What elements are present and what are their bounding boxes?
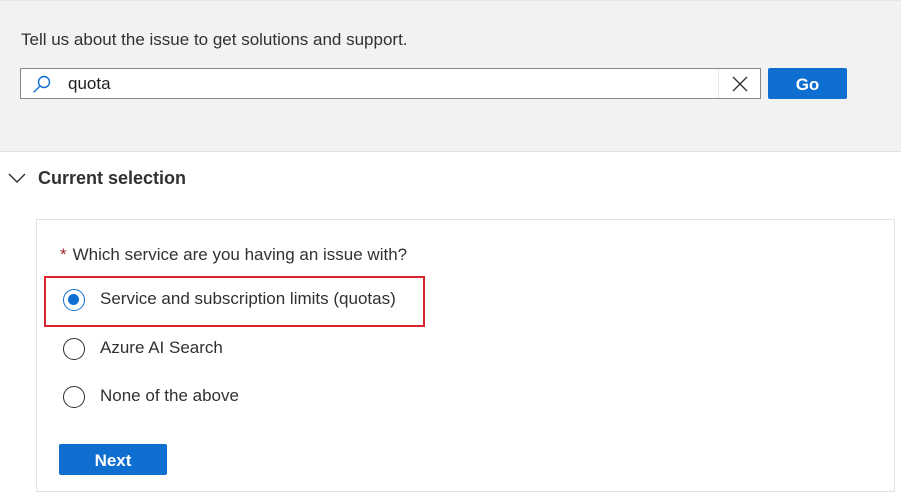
radio-label: Azure AI Search — [100, 338, 223, 357]
chevron-down-icon — [8, 171, 26, 183]
radio-button-checked[interactable] — [63, 289, 85, 311]
search-box[interactable] — [20, 68, 761, 99]
section-title: Current selection — [38, 168, 187, 188]
search-input[interactable] — [68, 69, 718, 98]
required-marker: * — [60, 245, 67, 264]
current-selection-header[interactable]: Current selection — [0, 160, 400, 196]
close-icon — [732, 76, 748, 92]
radio-option-azure-ai-search[interactable]: Azure AI Search — [63, 336, 463, 364]
radio-label: Service and subscription limits (quotas) — [100, 289, 396, 308]
radio-dot — [68, 294, 79, 305]
question-text: Which service are you having an issue wi… — [72, 245, 408, 264]
search-prompt: Tell us about the issue to get solutions… — [21, 30, 408, 49]
search-panel: Tell us about the issue to get solutions… — [0, 0, 901, 152]
search-icon — [31, 74, 53, 94]
question-label: * Which service are you having an issue w… — [60, 245, 407, 265]
radio-button[interactable] — [63, 338, 85, 360]
clear-search-button[interactable] — [718, 69, 760, 98]
support-page: Tell us about the issue to get solutions… — [0, 0, 901, 502]
radio-option-none[interactable]: None of the above — [63, 384, 463, 412]
question-card: * Which service are you having an issue w… — [36, 219, 895, 492]
radio-label: None of the above — [100, 386, 239, 405]
next-button[interactable]: Next — [59, 444, 167, 475]
go-button[interactable]: Go — [768, 68, 847, 99]
radio-button[interactable] — [63, 386, 85, 408]
radio-option-quotas[interactable]: Service and subscription limits (quotas) — [63, 287, 463, 315]
